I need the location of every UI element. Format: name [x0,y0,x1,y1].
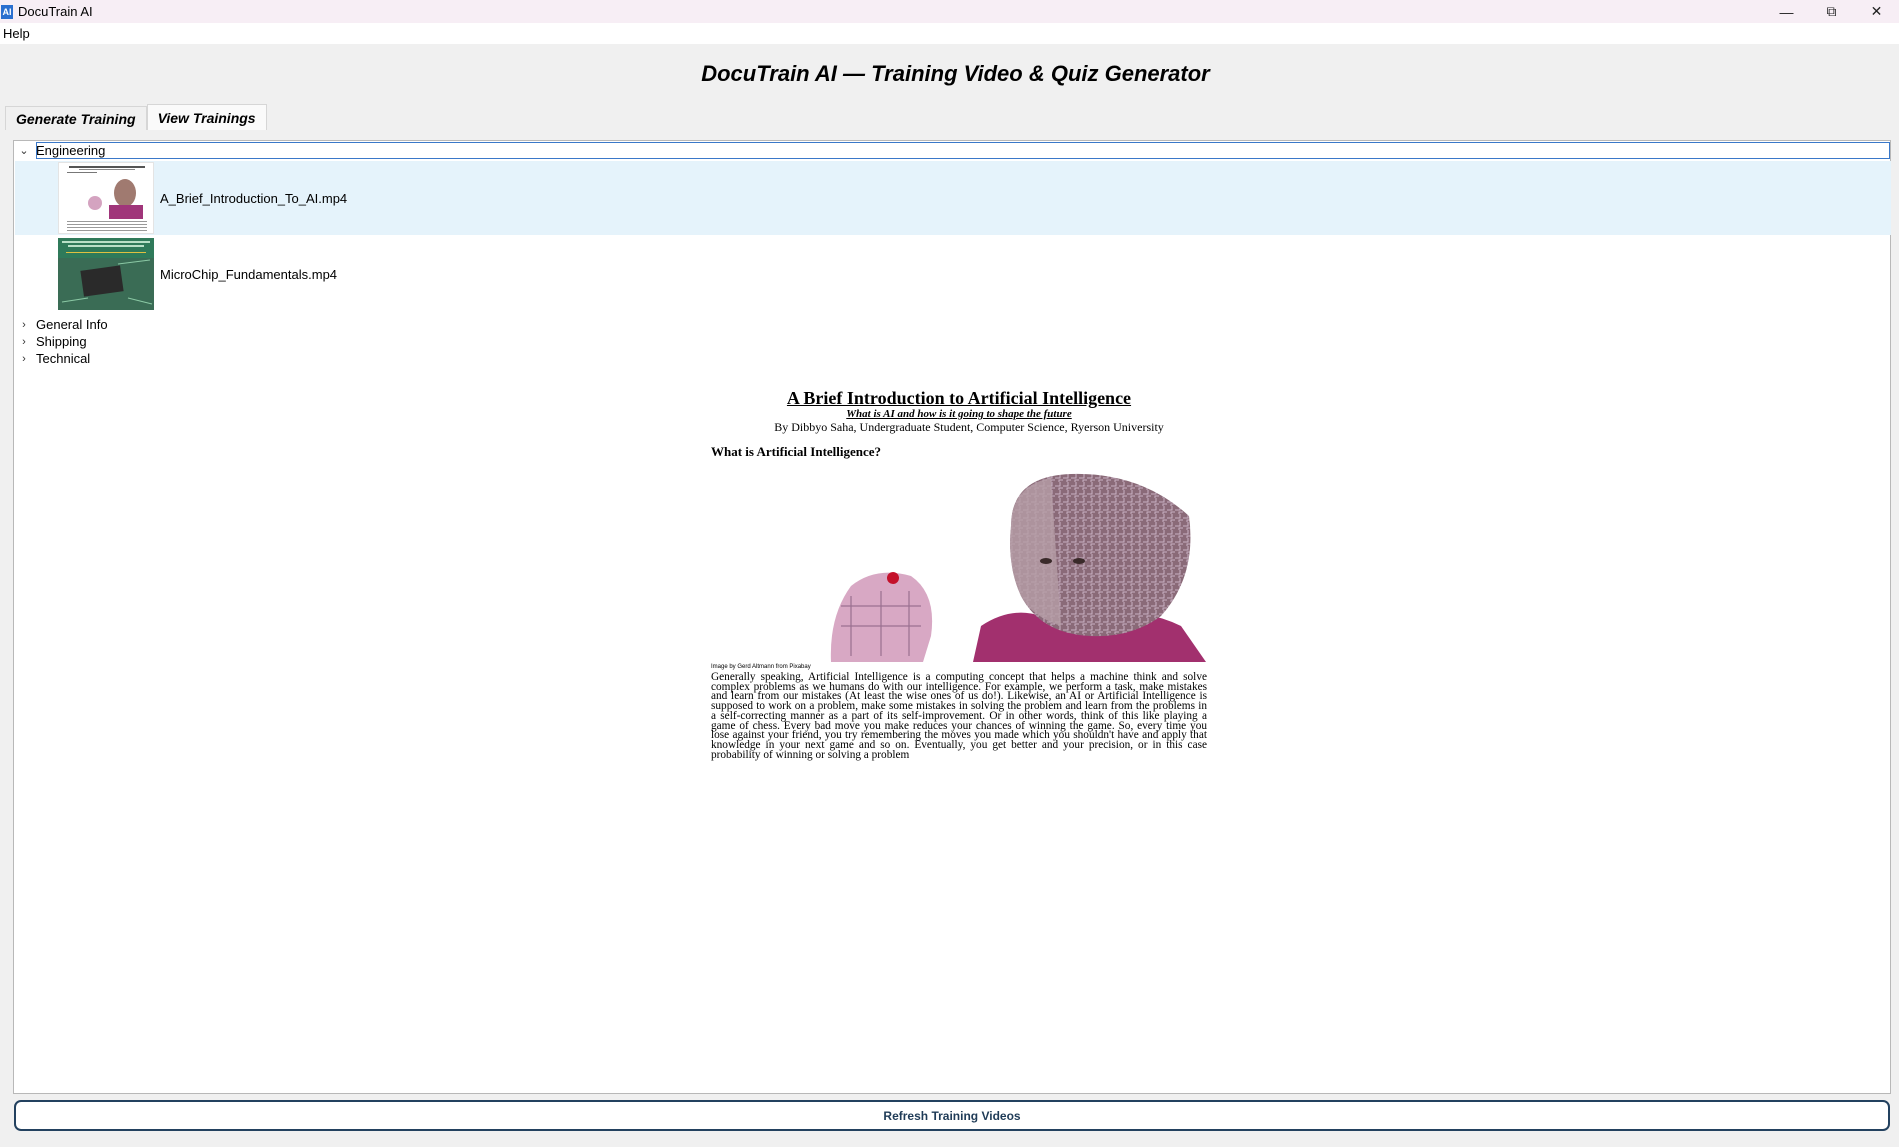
chevron-right-icon[interactable]: › [18,353,30,365]
preview-body: Generally speaking, Artificial Intellige… [711,671,1207,761]
video-item-label: A_Brief_Introduction_To_AI.mp4 [160,190,348,206]
menu-help[interactable]: Help [0,26,33,41]
minimize-button[interactable]: — [1764,0,1809,23]
chevron-down-icon[interactable]: ⌄ [18,144,30,157]
tree-group-engineering[interactable]: ⌄ Engineering [14,142,1890,159]
preview-author: By Dibbyo Saha, Undergraduate Student, C… [774,420,1164,434]
app-icon: AI [1,4,13,19]
tree-group-label: Shipping [36,334,87,349]
refresh-training-videos-button[interactable]: Refresh Training Videos [14,1100,1890,1131]
tab-bar: Generate Training View Trainings [5,104,267,130]
menu-bar: Help [0,23,1899,44]
tree-group-general-info[interactable]: › General Info [14,316,108,333]
focus-outline [36,142,1890,159]
tab-view-trainings[interactable]: View Trainings [146,104,267,130]
chevron-right-icon[interactable]: › [18,336,30,348]
preview-caption: Image by Gerd Altmann from Pixabay [711,664,811,670]
preview-heading: What is Artificial Intelligence? [711,444,882,459]
video-thumbnail [58,162,154,234]
video-thumbnail [58,238,154,310]
chevron-right-icon[interactable]: › [18,319,30,331]
video-item-intro-ai[interactable]: A_Brief_Introduction_To_AI.mp4 [15,161,1891,235]
video-item-label: MicroChip_Fundamentals.mp4 [160,266,338,282]
tree-group-label: Technical [36,351,91,366]
restore-button[interactable]: ⧉ [1809,0,1854,23]
window-controls: — ⧉ ✕ [1764,0,1899,23]
close-button[interactable]: ✕ [1854,0,1899,23]
video-preview: A Brief Introduction to Artificial Intel… [711,388,1207,786]
tree-group-shipping[interactable]: › Shipping [14,333,87,350]
video-item-microchip[interactable]: MicroChip_Fundamentals.mp4 [15,237,1891,311]
preview-illustration [711,466,1207,662]
tree-group-technical[interactable]: › Technical [14,350,90,367]
page-title: DocuTrain AI — Training Video & Quiz Gen… [701,61,1210,86]
trainings-panel: ⌄ Engineering A_Brief_Introduction_To_AI… [13,140,1891,1094]
tree-group-label: General Info [36,317,108,332]
window-title: DocuTrain AI [18,4,93,19]
preview-subtitle: What is AI and how is it going to shape … [846,408,1072,420]
preview-title: A Brief Introduction to Artificial Intel… [786,388,1132,408]
title-bar: AI DocuTrain AI — ⧉ ✕ [0,0,1899,23]
tab-generate-training[interactable]: Generate Training [5,106,147,130]
